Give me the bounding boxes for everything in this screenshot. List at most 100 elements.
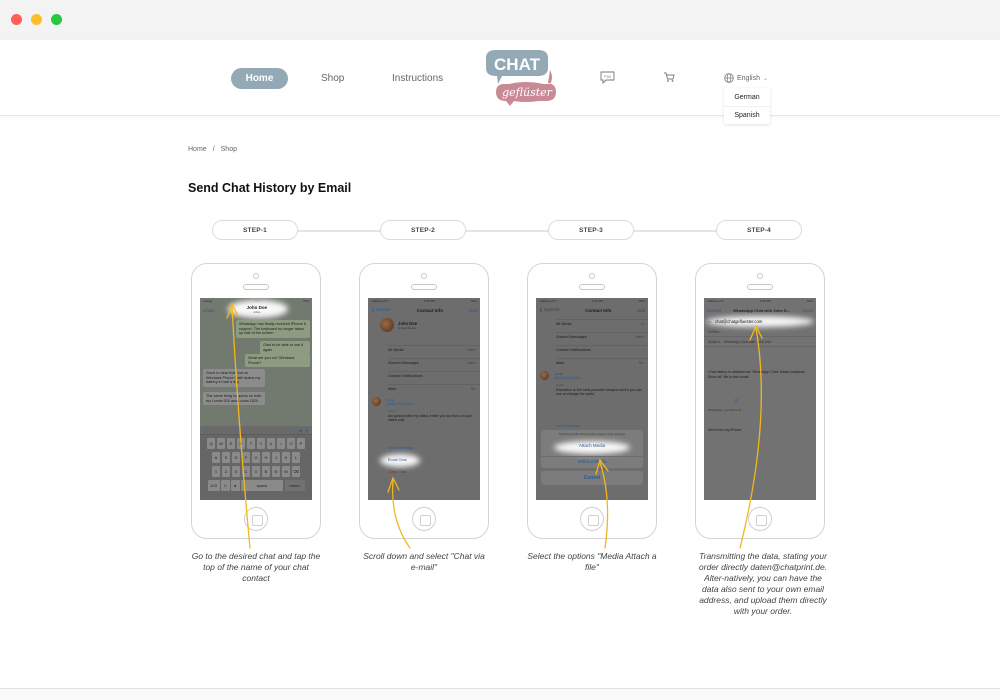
speaker-grille bbox=[411, 284, 437, 290]
home-button bbox=[244, 507, 268, 531]
globe-icon bbox=[724, 73, 734, 83]
minimize-window-button[interactable] bbox=[31, 14, 42, 25]
contact-row: Mute No › bbox=[388, 384, 480, 393]
key: G bbox=[251, 452, 261, 463]
home-button bbox=[412, 507, 436, 531]
logo-bottom-word: geflüster bbox=[502, 86, 553, 99]
page-title: Send Chat History by Email bbox=[188, 181, 352, 195]
phone-mockup-step-4: Vodafone IN 5:44 PM 54% Cancel WhatsApp … bbox=[695, 263, 825, 539]
language-dropdown: German Spanish bbox=[724, 88, 770, 124]
key: N bbox=[271, 466, 281, 477]
message-bubble: The same thing happens on both my Lumia … bbox=[203, 392, 265, 406]
speaker-grille bbox=[747, 284, 773, 290]
back-naresh: ❮ Naresh bbox=[371, 307, 391, 312]
chat-nav-bar: Chats John Doe online bbox=[200, 304, 312, 316]
cancel-option: Cancel bbox=[541, 471, 643, 485]
breadcrumb-home[interactable]: Home bbox=[188, 146, 207, 153]
contact-row: Custom Notifications › bbox=[388, 371, 480, 380]
contact-row: Custom Notifications › bbox=[556, 345, 648, 354]
nav-home[interactable]: Home bbox=[231, 68, 288, 89]
maximize-window-button[interactable] bbox=[51, 14, 62, 25]
key: V bbox=[251, 466, 261, 477]
key: Q bbox=[206, 438, 216, 449]
step-4-label: STEP-4 bbox=[716, 220, 802, 240]
email-signature: Sent from my iPhone bbox=[708, 428, 742, 432]
language-selector[interactable]: English ⌄ bbox=[724, 72, 768, 84]
step-3-label: STEP-3 bbox=[548, 220, 634, 240]
speaker-grille bbox=[243, 284, 269, 290]
phone-mockup-step-2: Vodafone IN 5:43 PM 54% ❮ Naresh Contact… bbox=[359, 263, 489, 539]
contact-row: Starred Messages None › bbox=[388, 358, 480, 367]
key: P bbox=[296, 438, 306, 449]
key: K bbox=[281, 452, 291, 463]
clear-chat-action: Clear Chat bbox=[388, 470, 407, 474]
status-text: status Am gonna make my status, better y… bbox=[388, 409, 473, 422]
key: ⇧ bbox=[211, 466, 221, 477]
contact-header: John Doe United States bbox=[380, 318, 417, 332]
message-bubble: Glad to be able to use it again bbox=[260, 341, 310, 355]
nav-shop[interactable]: Shop bbox=[321, 68, 344, 89]
home-button bbox=[580, 507, 604, 531]
contact-row: Mute No › bbox=[556, 358, 648, 367]
key: Y bbox=[256, 438, 266, 449]
key: H bbox=[261, 452, 271, 463]
message-bubble: What are you on? Windows Phone? bbox=[245, 354, 310, 368]
key: O bbox=[286, 438, 296, 449]
breadcrumb: Home / Shop bbox=[188, 146, 237, 153]
cc-field: Cc/Bcc: bbox=[704, 328, 816, 337]
attachment-icon: ▦ bbox=[734, 398, 739, 404]
screen-contact-info: Vodafone IN 5:43 PM 54% ❮ Naresh Contact… bbox=[368, 298, 480, 500]
email-body: Chat history is attached as "WhatsApp Ch… bbox=[708, 370, 805, 379]
step-connector-line bbox=[256, 230, 756, 232]
key: A bbox=[211, 452, 221, 463]
key: C bbox=[241, 466, 251, 477]
step-3-caption: Select the options "Media Attach a file" bbox=[527, 551, 657, 573]
keyboard: ⓘ ◉ ● QWERTYUIOP ASDFGHJKL ⇧ Z X C V B N M ⌫ 123 … bbox=[200, 426, 312, 500]
email-chat-action: Email Chat bbox=[388, 458, 407, 462]
footer bbox=[0, 689, 1000, 700]
language-option-spanish[interactable]: Spanish bbox=[724, 106, 770, 124]
screen-email-compose: Vodafone IN 5:44 PM 54% Cancel WhatsApp … bbox=[704, 298, 816, 500]
phone-mockup-step-1: orange 09:07 76% Chats John Doe online W… bbox=[191, 263, 321, 539]
contact-nav-bar: ❮ Jignesh Contact Info Edit bbox=[539, 307, 645, 313]
home-button bbox=[748, 507, 772, 531]
close-window-button[interactable] bbox=[11, 14, 22, 25]
breadcrumb-shop[interactable]: Shop bbox=[221, 146, 237, 153]
logo-top-word: CHAT bbox=[494, 55, 541, 74]
site-header: Home Shop Instructions CHAT geflüster Fa… bbox=[0, 40, 1000, 116]
attachment-name: WhatsApp...one Store.txt bbox=[708, 408, 742, 412]
screen-attach-media: Vodafone IN 4:31 PM 69% ❮ Jignesh Contac… bbox=[536, 298, 648, 500]
camera-icon bbox=[421, 273, 427, 279]
key: M bbox=[281, 466, 291, 477]
camera-icon bbox=[589, 273, 595, 279]
phone-mockup-step-3: Vodafone IN 4:31 PM 69% ❮ Jignesh Contac… bbox=[527, 263, 657, 539]
key: L bbox=[291, 452, 301, 463]
svg-text:Faq: Faq bbox=[604, 75, 610, 79]
nav-instructions[interactable]: Instructions bbox=[392, 68, 443, 89]
cart-icon[interactable] bbox=[663, 71, 675, 83]
key: J bbox=[271, 452, 281, 463]
breadcrumb-separator: / bbox=[212, 146, 215, 153]
language-option-german[interactable]: German bbox=[724, 88, 770, 106]
back-chats: Chats bbox=[203, 307, 215, 313]
without-media-option: Without Media bbox=[541, 456, 643, 464]
key-space: space bbox=[241, 480, 283, 491]
phone-row: mobile (985)-573-8108 bbox=[540, 371, 580, 380]
contact-row: All Media 8 › bbox=[556, 319, 648, 328]
key: X bbox=[231, 466, 241, 477]
window-titlebar bbox=[0, 0, 1000, 40]
chatgefluester-logo[interactable]: CHAT geflüster bbox=[480, 48, 560, 108]
message-input-bar: ⓘ ◉ ● bbox=[200, 426, 312, 435]
key: E bbox=[226, 438, 236, 449]
key-return: return bbox=[284, 480, 305, 491]
contact-nav-bar: ❮ Naresh Contact Info Edit bbox=[371, 307, 477, 313]
faq-icon[interactable]: Faq bbox=[600, 71, 615, 84]
mail-nav-bar: Cancel WhatsApp Chat with John D... Send bbox=[707, 307, 813, 313]
key: S bbox=[221, 452, 231, 463]
step-2-label: STEP-2 bbox=[380, 220, 466, 240]
key-mic: ● bbox=[231, 480, 240, 491]
to-field: To: chat@chatgefluester.com bbox=[708, 319, 763, 324]
step-1-caption: Go to the desired chat and tap the top o… bbox=[191, 551, 321, 584]
current-language: English bbox=[737, 74, 760, 82]
step-1-label: STEP-1 bbox=[212, 220, 298, 240]
